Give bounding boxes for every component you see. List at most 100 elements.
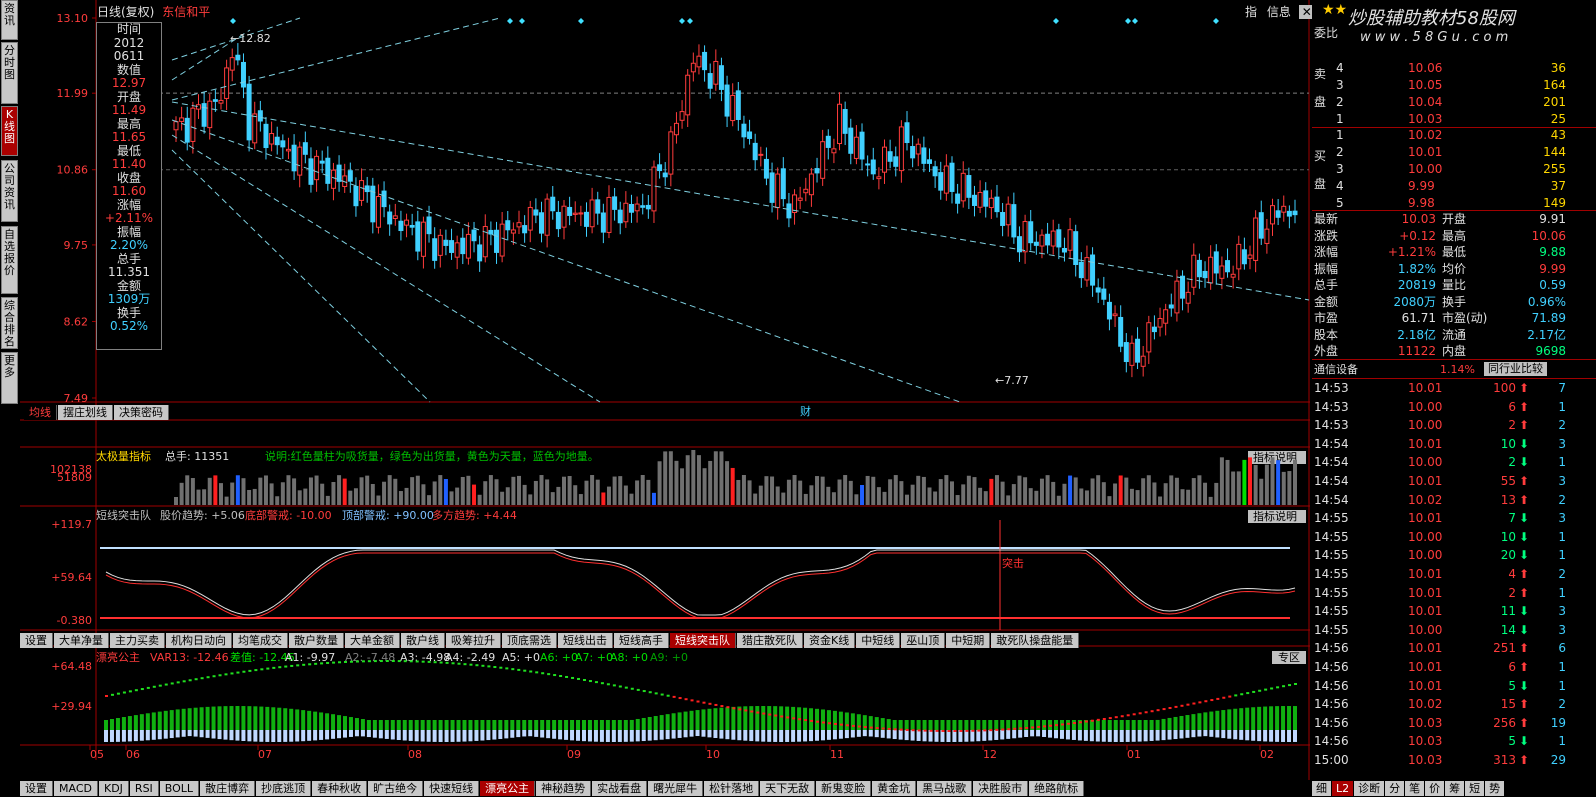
indicator-tab[interactable]: 均笔成交: [233, 633, 288, 648]
left-nav-item[interactable]: 更多: [1, 352, 18, 404]
low-blue-bar: [390, 730, 395, 740]
indicator-tab[interactable]: 短线出击: [558, 633, 613, 648]
right-tab[interactable]: 细: [1312, 781, 1331, 796]
volume-bar: [533, 480, 538, 505]
indicator-tab[interactable]: 设置: [20, 633, 53, 648]
indicator-tab[interactable]: 散户数量: [289, 633, 344, 648]
left-nav-item[interactable]: 自选报价: [1, 226, 18, 294]
volume-bar: [573, 485, 578, 505]
right-tab[interactable]: 势: [1485, 781, 1505, 796]
indicator-tab[interactable]: 黄金坑: [872, 781, 917, 796]
right-tab[interactable]: 诊断: [1354, 781, 1385, 796]
low-blue-bar: [791, 730, 796, 742]
low-dash-mark: [164, 683, 168, 686]
indicator-tab[interactable]: 中短线: [856, 633, 901, 648]
low-blue-bar: [104, 730, 108, 742]
indicator-tab[interactable]: 短线突击队: [670, 633, 736, 648]
right-tab[interactable]: 分: [1385, 781, 1405, 796]
info-link[interactable]: 信息: [1267, 5, 1291, 19]
tick-row: 14:55 10.01 11 ⬇ 3: [1312, 603, 1596, 620]
indicator-tab[interactable]: 吸筹拉升: [446, 633, 501, 648]
indicator-tab[interactable]: 散户线: [401, 633, 445, 648]
left-nav-item[interactable]: K线图: [1, 106, 18, 156]
low-green-bar: [570, 720, 575, 730]
candle-body: [263, 123, 269, 149]
left-nav-item[interactable]: 公司资讯: [1, 160, 18, 222]
left-nav-item[interactable]: 资讯: [1, 0, 18, 40]
volume-bar: [365, 475, 370, 505]
indicator-tab[interactable]: 巫山顶: [901, 633, 946, 648]
indicator-tab[interactable]: MACD: [54, 781, 98, 796]
indicator-tab[interactable]: BOLL: [159, 781, 200, 796]
volume-bar: [1180, 489, 1185, 505]
main-indicator-tab[interactable]: 摆庄划线: [58, 405, 113, 420]
right-tab[interactable]: 短: [1465, 781, 1485, 796]
low-dash-mark: [666, 694, 670, 697]
indicator-tab[interactable]: 曙光犀牛: [648, 781, 704, 796]
low-dash-mark: [505, 667, 509, 670]
indicator-tab[interactable]: 机构日动向: [166, 633, 232, 648]
main-indicator-tab[interactable]: 均线: [24, 405, 57, 420]
low-blue-bar: [229, 730, 234, 741]
low-dash-mark: [1186, 703, 1190, 706]
low-blue-bar: [862, 730, 867, 737]
low-green-bar: [444, 720, 449, 730]
low-dash-mark: [989, 729, 993, 732]
indicator-tab[interactable]: 大单净量: [54, 633, 109, 648]
indicator-tab[interactable]: 大单金额: [345, 633, 400, 648]
indicator-tab[interactable]: 旷古绝今: [368, 781, 424, 796]
low-green-bar: [755, 706, 760, 730]
sector-name[interactable]: 通信设备: [1314, 361, 1358, 378]
left-nav-item[interactable]: 分时图: [1, 42, 18, 104]
indicator-tab[interactable]: 天下无敌: [760, 781, 816, 796]
indicator-tab[interactable]: 春种秋收: [312, 781, 368, 796]
indicator-tab[interactable]: 中短期: [946, 633, 991, 648]
indicator-tab[interactable]: 猎庄散死队: [737, 633, 803, 648]
low-green-bar: [301, 710, 306, 730]
indicator-tab[interactable]: KDJ: [98, 781, 129, 796]
volume-bar: [848, 480, 853, 505]
low-blue-bar: [480, 730, 485, 741]
indicator-tab[interactable]: 短线高手: [614, 633, 669, 648]
indicator-tab[interactable]: 抄底逃顶: [256, 781, 312, 796]
low-blue-bar: [1113, 730, 1118, 742]
candle-body: [606, 196, 612, 233]
low-blue-bar: [844, 730, 849, 739]
indicator-tab[interactable]: 黑马战歌: [917, 781, 973, 796]
indicator-tab[interactable]: 主力买卖: [110, 633, 165, 648]
tick-price: 10.03: [1408, 753, 1443, 767]
right-tab[interactable]: 价: [1425, 781, 1445, 796]
level-price: 9.99: [1408, 179, 1435, 193]
right-tab[interactable]: 笔: [1405, 781, 1425, 796]
index-link[interactable]: 指: [1245, 5, 1257, 19]
left-nav-item[interactable]: 综合排名: [1, 297, 18, 349]
low-blue-bar: [1233, 730, 1238, 740]
indicator-tab[interactable]: 资金K线: [804, 633, 856, 648]
indicator-tab[interactable]: 松针落地: [704, 781, 760, 796]
candle-body: [1078, 261, 1084, 279]
low-blue-bar: [898, 730, 903, 740]
stat-label: 股本: [1314, 327, 1339, 342]
main-indicator-tab[interactable]: 决策密码: [114, 405, 169, 420]
indicator-tab[interactable]: 神秘趋势: [536, 781, 592, 796]
compare-button[interactable]: 同行业比较: [1484, 362, 1547, 376]
indicator-tab[interactable]: 新鬼变脸: [816, 781, 872, 796]
right-tab[interactable]: L2: [1332, 781, 1354, 796]
low-blue-bar: [581, 730, 586, 742]
indicator-tab[interactable]: 实战看盘: [592, 781, 648, 796]
period-label[interactable]: 日线(复权): [97, 5, 154, 19]
indicator-tab[interactable]: 顶底需选: [502, 633, 557, 648]
indicator-tab[interactable]: 快速短线: [424, 781, 480, 796]
low-dash-mark: [565, 675, 569, 678]
indicator-tab[interactable]: 漂亮公主: [480, 781, 536, 796]
indicator-tab[interactable]: 决胜股市: [973, 781, 1029, 796]
indicator-tab[interactable]: RSI: [129, 781, 159, 796]
indicator-tab[interactable]: 设置: [20, 781, 53, 796]
candle-body: [786, 203, 792, 219]
right-tab[interactable]: 筹: [1445, 781, 1465, 796]
indicator-tab[interactable]: 绝路航标: [1029, 781, 1085, 796]
tick-volume: 4: [1508, 567, 1516, 581]
indicator-tab[interactable]: 散庄博弈: [200, 781, 256, 796]
indicator-tab[interactable]: 敢死队操盘能量: [991, 633, 1080, 648]
kline-chart-area[interactable]: 13.10 11.99 10.86 9.75 8.62 7.49 ←12.82 ←7.77 财太…: [20, 0, 1310, 797]
